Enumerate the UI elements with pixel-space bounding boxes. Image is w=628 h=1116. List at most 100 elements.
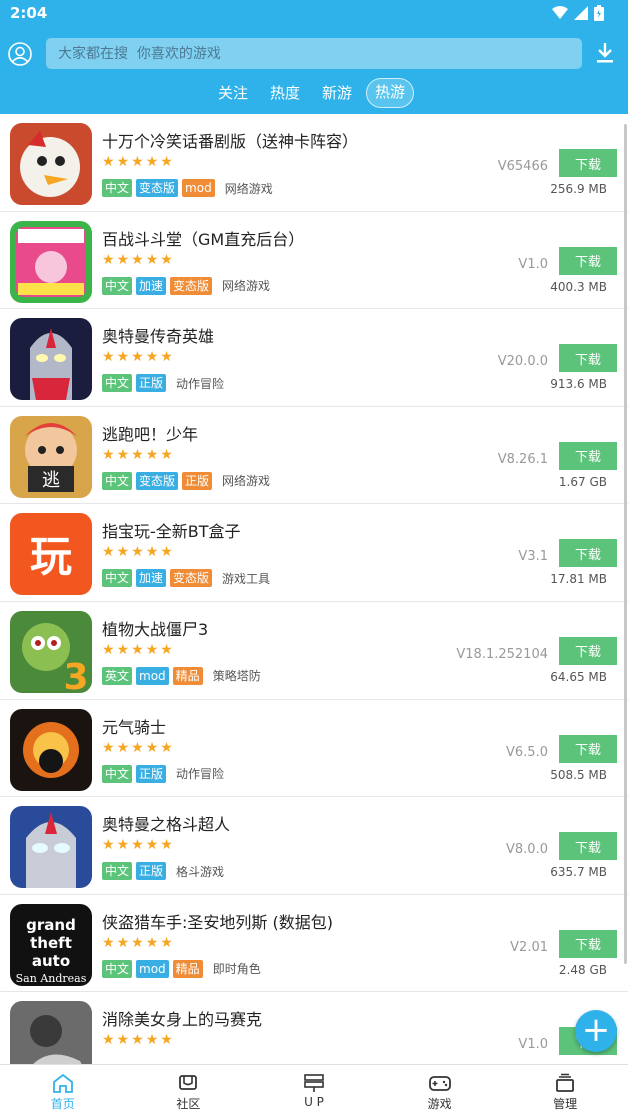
- game-tag: 变态版: [170, 569, 213, 588]
- game-tag: 中文: [102, 179, 133, 197]
- plus-icon: +: [581, 1010, 611, 1050]
- star-icon: ★: [131, 641, 144, 658]
- signal-icon: [574, 6, 588, 20]
- game-category: 动作冒险: [176, 376, 225, 391]
- rating-stars: ★ ★ ★ ★ ★: [102, 253, 173, 267]
- game-tags: 中文 正版 格斗游戏: [102, 862, 224, 881]
- star-icon: ★: [102, 544, 115, 561]
- game-tag: 正版: [182, 471, 213, 490]
- star-icon: ★: [145, 251, 159, 268]
- star-icon: ★: [145, 446, 159, 463]
- game-version: V2.01: [510, 939, 548, 955]
- game-tag: 中文: [102, 764, 133, 783]
- star-icon: ★: [160, 934, 173, 951]
- star-icon: ★: [160, 544, 173, 561]
- battery-icon: [594, 5, 604, 21]
- game-icon[interactable]: [10, 806, 92, 889]
- game-list-item[interactable]: 百战斗斗堂（GM直充后台） ★ ★ ★ ★ ★ 中文 加速 变态版 网络游戏 V1.0 下载 400.3…: [0, 212, 628, 310]
- game-icon[interactable]: 玩: [10, 513, 92, 596]
- game-tag: 中文: [102, 374, 133, 393]
- nav-label: 社区: [176, 1097, 201, 1111]
- game-title: 消除美女身上的马赛克: [102, 1010, 263, 1030]
- nav-label: 首页: [50, 1097, 75, 1111]
- star-icon: ★: [102, 934, 115, 951]
- download-manager-icon[interactable]: [595, 42, 615, 64]
- game-list-item[interactable]: grand theft auto San Andreas 侠盗猎车手:圣安地列斯 (数据…: [0, 895, 628, 993]
- nav-community[interactable]: 社区: [126, 1065, 252, 1116]
- download-button[interactable]: 下载: [559, 149, 617, 177]
- download-button[interactable]: 下载: [559, 441, 617, 470]
- game-tag: 中文: [102, 569, 133, 588]
- game-tags: 中文 mod 精品 即时角色: [102, 959, 261, 978]
- game-list-item[interactable]: 奥特曼传奇英雄 ★ ★ ★ ★ ★ 中文 正版 动作冒险 V20.0.0 下载 913.6 MB: [0, 309, 628, 407]
- download-button[interactable]: 下载: [559, 929, 617, 958]
- game-category: 网络游戏: [224, 181, 273, 196]
- game-size: 508.5 MB: [550, 767, 607, 782]
- download-button[interactable]: 下载: [559, 734, 617, 763]
- download-button[interactable]: 下载: [559, 539, 617, 568]
- game-list-item[interactable]: 元气骑士 ★ ★ ★ ★ ★ 中文 正版 动作冒险 V6.5.0 下载 508.5 MB: [0, 700, 628, 798]
- game-icon[interactable]: [10, 708, 92, 791]
- nav-home[interactable]: 首页: [0, 1065, 126, 1116]
- download-button[interactable]: 下载: [559, 832, 617, 861]
- star-icon: ★: [116, 251, 130, 268]
- category-tabs: 关注 热度 新游 热游: [210, 78, 420, 108]
- download-button[interactable]: 下载: [559, 246, 617, 275]
- scrollbar[interactable]: [624, 124, 627, 964]
- game-icon[interactable]: 3: [10, 610, 92, 693]
- svg-text:auto: auto: [32, 952, 70, 970]
- star-icon: ★: [116, 154, 130, 170]
- rating-stars: ★ ★ ★ ★ ★: [102, 545, 173, 559]
- rating-stars: ★ ★ ★ ★ ★: [102, 1033, 173, 1047]
- nav-games[interactable]: 游戏: [377, 1065, 503, 1116]
- add-fab-button[interactable]: +: [575, 1010, 617, 1052]
- game-icon[interactable]: [10, 220, 92, 303]
- game-size: 1.67 GB: [558, 474, 607, 489]
- nav-up[interactable]: U P: [251, 1065, 377, 1116]
- status-bar: 2:04: [0, 0, 628, 26]
- game-icon[interactable]: [10, 318, 92, 401]
- star-icon: ★: [102, 837, 115, 854]
- download-button[interactable]: 下载: [559, 636, 617, 665]
- tab-popular[interactable]: 热度: [262, 78, 308, 108]
- game-list-item[interactable]: 逃逃跑吧！少年 ★ ★ ★ ★ ★ 中文 变态版 正版 网络游戏 V8.26.1 下载 1.67 GB: [0, 407, 628, 505]
- nav-label: U P: [304, 1095, 324, 1109]
- star-icon: ★: [131, 837, 144, 854]
- game-list-item[interactable]: 奥特曼之格斗超人 ★ ★ ★ ★ ★ 中文 正版 格斗游戏 V8.0.0 下载 635.7 MB: [0, 797, 628, 895]
- game-list-item[interactable]: 3 植物大战僵尸3 ★ ★ ★ ★ ★ 英文 mod 精品 策略塔防 V18.1.252104 下载 64…: [0, 602, 628, 700]
- game-version: V65466: [497, 159, 548, 174]
- game-icon[interactable]: [10, 123, 92, 205]
- search-bar[interactable]: [46, 38, 582, 69]
- star-icon: ★: [145, 349, 159, 366]
- game-icon[interactable]: 逃: [10, 415, 92, 498]
- game-version: V8.26.1: [497, 451, 548, 467]
- manage-icon: [556, 1073, 575, 1092]
- game-tag: mod: [136, 666, 169, 685]
- rating-stars: ★ ★ ★ ★ ★: [102, 155, 173, 169]
- star-icon: ★: [145, 837, 159, 854]
- game-size: 2.48 GB: [558, 962, 607, 977]
- tab-hot-games[interactable]: 热游: [366, 78, 415, 108]
- game-version: V1.0: [518, 1037, 548, 1053]
- game-list-item[interactable]: 玩指宝玩-全新BT盒子 ★ ★ ★ ★ ★ 中文 加速 变态版 游戏工具 V3.1 下载 17.81 M…: [0, 504, 628, 602]
- game-title: 十万个冷笑话番剧版（送神卡阵容）: [102, 132, 359, 151]
- status-time: 2:04: [10, 4, 48, 22]
- game-list-item[interactable]: 消除美女身上的马赛克★★★★★V1.0下载: [0, 992, 628, 1064]
- star-icon: ★: [131, 739, 144, 756]
- game-title: 奥特曼之格斗超人: [102, 815, 231, 835]
- game-icon[interactable]: [10, 1001, 92, 1064]
- game-list-item[interactable]: 十万个冷笑话番剧版（送神卡阵容） ★ ★ ★ ★ ★ 中文 变态版 mod 网络游戏 V65466 下…: [0, 114, 628, 212]
- star-icon: ★: [116, 446, 130, 463]
- tab-follow[interactable]: 关注: [210, 78, 256, 108]
- nav-manage[interactable]: 管理: [502, 1065, 628, 1116]
- game-icon[interactable]: grand theft auto San Andreas: [10, 903, 92, 986]
- search-input[interactable]: [46, 38, 582, 69]
- star-icon: ★: [131, 349, 144, 366]
- game-tag: 加速: [136, 569, 167, 588]
- download-button[interactable]: 下载: [559, 344, 617, 373]
- svg-text:San Andreas: San Andreas: [16, 972, 87, 985]
- game-version: V20.0.0: [497, 354, 548, 370]
- game-size: 635.7 MB: [550, 865, 607, 880]
- user-avatar-icon[interactable]: [8, 42, 32, 66]
- tab-new-games[interactable]: 新游: [314, 78, 360, 108]
